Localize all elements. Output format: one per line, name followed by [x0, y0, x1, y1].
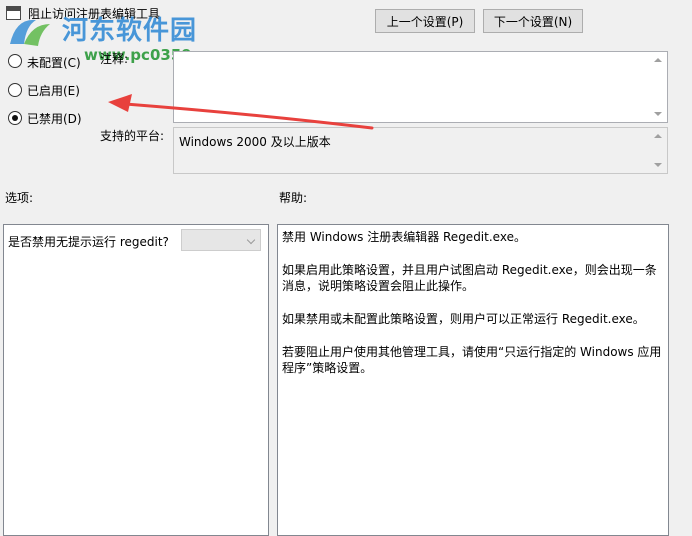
option-regedit-silent-dropdown[interactable] [181, 229, 261, 251]
radio-label-enabled[interactable]: 已启用(E) [27, 82, 80, 99]
scroll-down-icon [654, 163, 662, 167]
radio-label-not-configured[interactable]: 未配置(C) [27, 54, 81, 71]
radio-not-configured[interactable] [8, 54, 22, 68]
previous-setting-button[interactable]: 上一个设置(P) [375, 9, 475, 33]
comment-scrollbar[interactable] [650, 52, 667, 122]
option-regedit-silent-label: 是否禁用无提示运行 regedit? [8, 235, 169, 249]
help-section-label: 帮助: [279, 191, 308, 205]
help-paragraph: 若要阻止用户使用其他管理工具，请使用“只运行指定的 Windows 应用程序”策… [282, 345, 662, 375]
platform-value: Windows 2000 及以上版本 [179, 135, 331, 149]
watermark-logo-icon [10, 19, 50, 46]
options-section-label: 选项: [5, 191, 34, 205]
scroll-up-icon [654, 134, 662, 138]
scroll-down-icon [654, 112, 662, 116]
help-paragraph: 禁用 Windows 注册表编辑器 Regedit.exe。 [282, 230, 526, 244]
radio-disabled[interactable] [8, 111, 22, 125]
next-setting-button[interactable]: 下一个设置(N) [483, 9, 583, 33]
comment-label: 注释: [100, 52, 129, 66]
chevron-down-icon [246, 235, 256, 245]
help-pane[interactable]: 禁用 Windows 注册表编辑器 Regedit.exe。 如果启用此策略设置… [277, 224, 669, 536]
annotation-arrow-icon [108, 94, 374, 130]
help-paragraph: 如果禁用或未配置此策略设置，则用户可以正常运行 Regedit.exe。 [282, 312, 645, 326]
help-paragraph: 如果启用此策略设置，并且用户试图启动 Regedit.exe，则会出现一条消息，… [282, 263, 657, 293]
platform-field: Windows 2000 及以上版本 [173, 127, 668, 174]
watermark-brand: 河东软件园 [62, 16, 198, 46]
platform-scrollbar[interactable] [650, 128, 667, 173]
help-text: 禁用 Windows 注册表编辑器 Regedit.exe。 如果启用此策略设置… [282, 229, 664, 393]
scroll-up-icon [654, 58, 662, 62]
radio-label-disabled[interactable]: 已禁用(D) [27, 110, 82, 127]
options-pane: 是否禁用无提示运行 regedit? [3, 224, 269, 536]
radio-enabled[interactable] [8, 83, 22, 97]
